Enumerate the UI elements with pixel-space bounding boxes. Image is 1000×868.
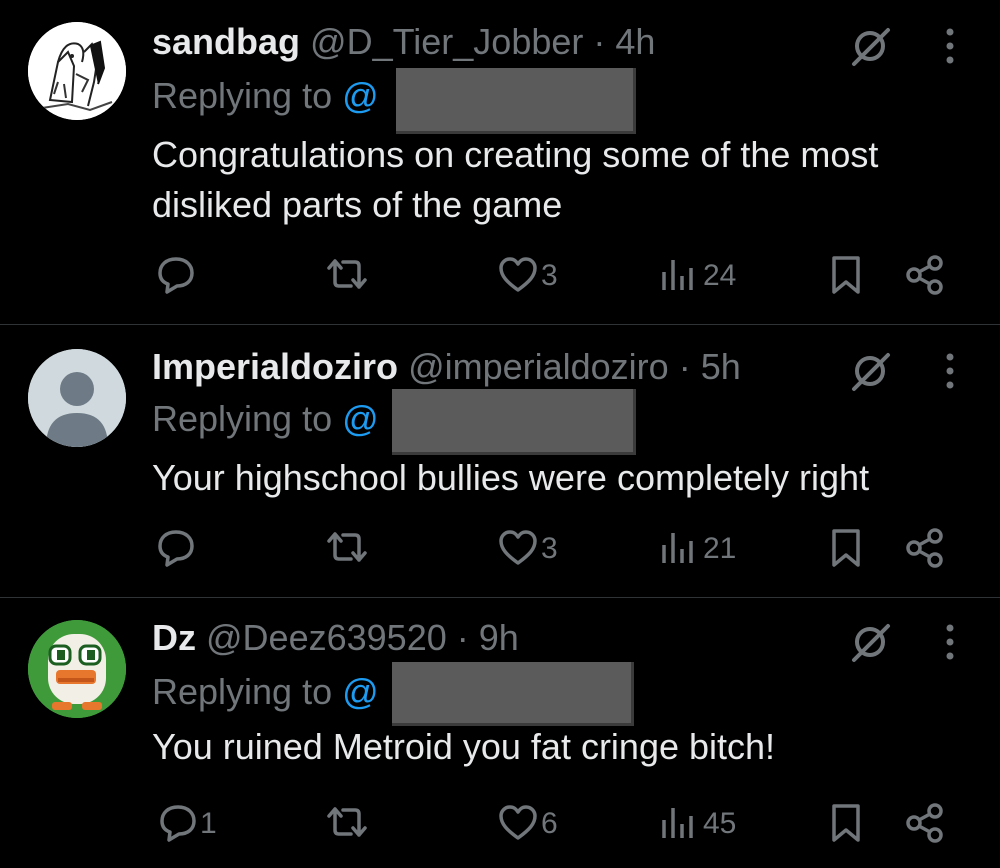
separator-dot: · [593, 21, 606, 62]
view-count: 21 [703, 532, 737, 565]
user-handle[interactable]: @D_Tier_Jobber [310, 21, 583, 62]
replying-to-label: Replying to [152, 671, 333, 712]
bookmark-icon[interactable] [830, 802, 862, 844]
timestamp[interactable]: 5h [701, 346, 741, 387]
repost-icon[interactable] [325, 529, 369, 565]
separator-dot: · [678, 346, 691, 387]
display-name[interactable]: Dz [152, 617, 196, 658]
tweet[interactable]: Dz @Deez639520 · 9h Replying to @ You ru… [0, 598, 1000, 868]
view-count: 45 [703, 807, 737, 840]
timestamp[interactable]: 9h [479, 617, 519, 658]
grok-icon[interactable] [846, 618, 894, 666]
bookmark-icon[interactable] [830, 254, 862, 296]
redaction-box [396, 68, 636, 134]
bookmark-icon[interactable] [830, 527, 862, 569]
like-count: 6 [541, 807, 558, 840]
replying-to: Replying to @ [152, 74, 379, 118]
like-icon[interactable] [497, 804, 539, 842]
reply-icon[interactable] [156, 527, 196, 567]
more-icon[interactable] [938, 620, 962, 664]
more-icon[interactable] [938, 349, 962, 393]
grok-icon[interactable] [846, 347, 894, 395]
avatar[interactable] [28, 620, 126, 718]
tweet-text: Congratulations on creating some of the … [152, 134, 879, 225]
tweet-header: Imperialdoziro @imperialdoziro · 5h [152, 345, 741, 389]
like-icon[interactable] [497, 256, 539, 294]
repost-icon[interactable] [325, 256, 369, 292]
replying-to-mention[interactable]: @ [342, 671, 379, 712]
replying-to-label: Replying to [152, 398, 333, 439]
reply-count: 1 [200, 807, 217, 840]
repost-icon[interactable] [325, 804, 369, 840]
views-icon[interactable] [660, 529, 696, 567]
share-icon[interactable] [904, 527, 946, 569]
reply-icon[interactable] [158, 802, 198, 842]
reply-icon[interactable] [156, 254, 196, 294]
like-icon[interactable] [497, 529, 539, 567]
separator-dot: · [456, 617, 469, 658]
replying-to-label: Replying to [152, 75, 333, 116]
views-icon[interactable] [660, 804, 696, 842]
reply-feed: sandbag @D_Tier_Jobber · 4h Replying to … [0, 0, 1000, 868]
like-count: 3 [541, 532, 558, 565]
view-count: 24 [703, 259, 737, 292]
display-name[interactable]: Imperialdoziro [152, 346, 398, 387]
tweet-header: sandbag @D_Tier_Jobber · 4h [152, 20, 655, 64]
replying-to: Replying to @ [152, 670, 379, 714]
tweet-text: Your highschool bullies were completely … [152, 457, 870, 498]
redaction-box [392, 662, 634, 726]
more-icon[interactable] [938, 24, 962, 68]
replying-to-mention[interactable]: @ [342, 75, 379, 116]
avatar[interactable] [28, 22, 126, 120]
grok-icon[interactable] [846, 22, 894, 70]
display-name[interactable]: sandbag [152, 21, 300, 62]
share-icon[interactable] [904, 254, 946, 296]
redaction-box [392, 389, 636, 455]
like-count: 3 [541, 259, 558, 292]
tweet[interactable]: Imperialdoziro @imperialdoziro · 5h Repl… [0, 325, 1000, 597]
replying-to-mention[interactable]: @ [342, 398, 379, 439]
default-person-avatar-icon [28, 349, 126, 447]
tweet-header: Dz @Deez639520 · 9h [152, 616, 519, 660]
tweet[interactable]: sandbag @D_Tier_Jobber · 4h Replying to … [0, 0, 1000, 324]
views-icon[interactable] [660, 256, 696, 294]
avatar[interactable] [28, 349, 126, 447]
tweet-text: You ruined Metroid you fat cringe bitch! [152, 726, 776, 767]
share-icon[interactable] [904, 802, 946, 844]
manga-drawing-avatar-icon [28, 22, 126, 120]
replying-to: Replying to @ [152, 397, 379, 441]
timestamp[interactable]: 4h [615, 21, 655, 62]
user-handle[interactable]: @imperialdoziro [408, 346, 669, 387]
pixel-duck-avatar-icon [28, 620, 126, 718]
user-handle[interactable]: @Deez639520 [206, 617, 447, 658]
